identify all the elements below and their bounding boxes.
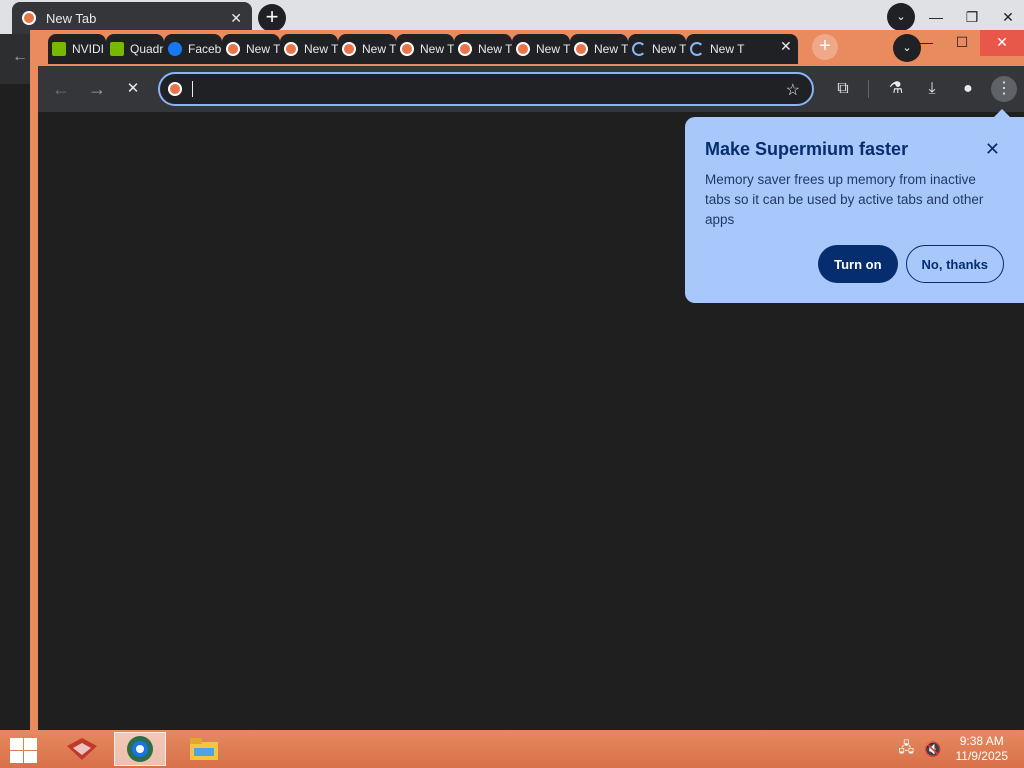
tab-new-tab[interactable]: New T bbox=[512, 34, 570, 64]
no-thanks-button[interactable]: No, thanks bbox=[905, 245, 1004, 283]
taskbar: 🖧 🔇 9:38 AM 11/9/2025 bbox=[0, 730, 1024, 768]
background-tab-title: New Tab bbox=[46, 10, 97, 26]
tab-quadro[interactable]: Quadr bbox=[106, 34, 164, 64]
menu-kebab-icon[interactable]: ⋮ bbox=[991, 76, 1017, 102]
tab-label: New T bbox=[304, 42, 338, 56]
taskbar-app-browser-icon[interactable] bbox=[114, 732, 166, 766]
supermium-icon bbox=[574, 42, 588, 56]
close-tab-icon[interactable]: ✕ bbox=[780, 38, 792, 55]
address-input[interactable] bbox=[190, 78, 770, 100]
nvidia-icon bbox=[52, 42, 66, 56]
profile-icon[interactable]: ● bbox=[955, 76, 981, 102]
close-window-icon[interactable]: ✕ bbox=[990, 9, 1024, 26]
tab-label: New T bbox=[536, 42, 570, 56]
forward-button[interactable]: → bbox=[84, 76, 110, 102]
tab-label: Quadr bbox=[130, 42, 164, 56]
tab-label: New T bbox=[478, 42, 512, 56]
volume-muted-icon[interactable]: 🔇 bbox=[924, 741, 941, 758]
dialog-body: Memory saver frees up memory from inacti… bbox=[705, 172, 984, 227]
stop-loading-button[interactable]: ✕ bbox=[120, 76, 146, 102]
extensions-icon[interactable]: ⧉ bbox=[830, 76, 856, 102]
tab-new-tab[interactable]: New T bbox=[570, 34, 628, 64]
turn-on-button[interactable]: Turn on bbox=[818, 245, 898, 283]
address-bar[interactable]: ☆ bbox=[158, 72, 814, 106]
tab-label: New T bbox=[652, 42, 686, 56]
tab-search-button[interactable]: ⌄ bbox=[887, 3, 915, 31]
supermium-icon bbox=[22, 11, 36, 25]
background-tabstrip: New Tab ✕ + ⌄ — ❐ ✕ bbox=[0, 0, 1024, 34]
maximize-icon[interactable]: ☐ bbox=[944, 30, 980, 56]
tab-label: New T bbox=[420, 42, 454, 56]
close-icon[interactable]: ✕ bbox=[985, 139, 1000, 160]
tab-label: New T bbox=[362, 42, 396, 56]
supermium-icon bbox=[458, 42, 472, 56]
minimize-icon[interactable]: — bbox=[908, 30, 944, 56]
toolbar: ← → ✕ ☆ ⧉ ⚗ ⤓ ● ⋮ bbox=[38, 66, 1024, 112]
back-button[interactable]: ← bbox=[48, 76, 74, 102]
tab-label: NVIDI bbox=[72, 42, 105, 56]
loading-icon bbox=[690, 42, 704, 56]
supermium-icon bbox=[284, 42, 298, 56]
clock-date: 11/9/2025 bbox=[955, 749, 1009, 763]
tab-facebook[interactable]: Faceb bbox=[164, 34, 222, 64]
tab-new-tab-loading[interactable]: New T bbox=[628, 34, 686, 64]
tab-label: New T bbox=[710, 42, 745, 56]
supermium-icon bbox=[168, 82, 182, 96]
supermium-icon bbox=[400, 42, 414, 56]
front-tabstrip: NVIDI Quadr Faceb New T New T New T New … bbox=[38, 30, 1024, 66]
taskbar-app-toolbox-icon[interactable] bbox=[56, 732, 108, 766]
background-back-button[interactable]: ← bbox=[0, 34, 30, 84]
window-controls: — ☐ ✕ bbox=[908, 30, 1024, 56]
downloads-icon[interactable]: ⤓ bbox=[919, 76, 945, 102]
close-window-icon[interactable]: ✕ bbox=[980, 30, 1024, 56]
tab-new-tab[interactable]: New T bbox=[454, 34, 512, 64]
dialog-title: Make Supermium faster bbox=[705, 139, 909, 159]
tab-new-tab[interactable]: New T bbox=[222, 34, 280, 64]
supermium-icon bbox=[516, 42, 530, 56]
taskbar-file-explorer-icon[interactable] bbox=[178, 732, 230, 766]
restore-icon[interactable]: ❐ bbox=[954, 9, 990, 26]
facebook-icon bbox=[168, 42, 182, 56]
nvidia-icon bbox=[110, 42, 124, 56]
tab-nvidia[interactable]: NVIDI bbox=[48, 34, 106, 64]
tab-new-tab[interactable]: New T bbox=[280, 34, 338, 64]
new-tab-button[interactable]: + bbox=[258, 4, 286, 32]
minimize-icon[interactable]: — bbox=[918, 9, 954, 25]
tab-label: Faceb bbox=[188, 42, 222, 56]
loading-icon bbox=[632, 42, 646, 56]
tab-label: New T bbox=[594, 42, 628, 56]
close-icon[interactable]: ✕ bbox=[230, 10, 242, 27]
windows-start-icon[interactable] bbox=[8, 736, 38, 764]
tab-label: New T bbox=[246, 42, 280, 56]
memory-saver-dialog: Make Supermium faster ✕ Memory saver fre… bbox=[685, 109, 1024, 303]
supermium-icon bbox=[226, 42, 240, 56]
supermium-icon bbox=[342, 42, 356, 56]
tab-new-tab[interactable]: New T bbox=[338, 34, 396, 64]
system-tray: 🖧 🔇 9:38 AM 11/9/2025 bbox=[898, 730, 1024, 768]
network-icon[interactable]: 🖧 bbox=[898, 737, 914, 761]
clock[interactable]: 9:38 AM 11/9/2025 bbox=[956, 734, 1009, 764]
text-cursor bbox=[192, 81, 193, 97]
new-tab-button[interactable]: + bbox=[812, 34, 838, 60]
clock-time: 9:38 AM bbox=[959, 734, 1004, 748]
labs-flask-icon[interactable]: ⚗ bbox=[883, 76, 909, 102]
toolbar-divider bbox=[868, 80, 869, 98]
tab-new-tab[interactable]: New T bbox=[396, 34, 454, 64]
bookmark-star-icon[interactable]: ☆ bbox=[786, 80, 800, 100]
background-window-controls: — ❐ ✕ bbox=[918, 0, 1024, 34]
